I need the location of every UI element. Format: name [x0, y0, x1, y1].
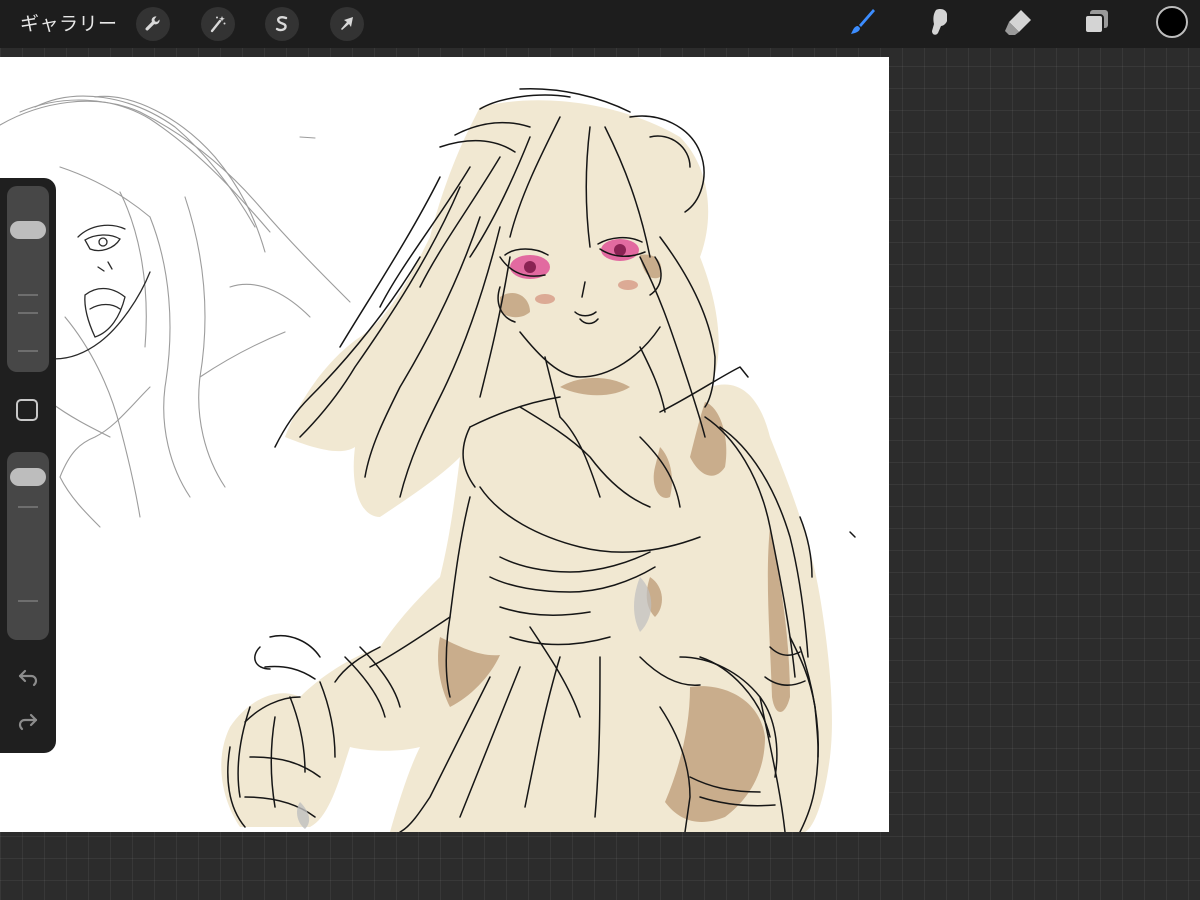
canvas-artwork [0, 87, 856, 832]
layers-button[interactable] [1078, 6, 1114, 42]
brush-size-thumb[interactable] [10, 221, 46, 239]
procreate-app: ギャラリー [0, 0, 1200, 900]
magic-wand-icon [208, 14, 228, 34]
undo-icon [16, 665, 40, 693]
layers-icon [1080, 6, 1112, 42]
selection-icon [272, 14, 292, 34]
slider-tick [18, 506, 38, 508]
redo-icon [16, 709, 40, 737]
adjustments-button[interactable] [201, 7, 235, 41]
color-picker-swatch[interactable] [1156, 6, 1188, 38]
redo-button[interactable] [14, 709, 42, 737]
top-toolbar: ギャラリー [0, 0, 1200, 48]
slider-tick [18, 312, 38, 314]
transform-arrow-icon [337, 14, 357, 34]
smudge-icon [924, 6, 956, 42]
gallery-button[interactable]: ギャラリー [20, 12, 118, 36]
actions-button[interactable] [136, 7, 170, 41]
slider-tick [18, 600, 38, 602]
transform-button[interactable] [330, 7, 364, 41]
eraser-tool-button[interactable] [1000, 6, 1036, 42]
brush-tool-button[interactable] [844, 6, 880, 42]
undo-button[interactable] [14, 665, 42, 693]
brush-icon [846, 6, 878, 42]
smudge-tool-button[interactable] [922, 6, 958, 42]
eraser-icon [1002, 6, 1034, 42]
selection-button[interactable] [265, 7, 299, 41]
pencil-sketch-eye [39, 224, 151, 360]
opacity-thumb[interactable] [10, 468, 46, 486]
drawing-canvas[interactable] [0, 57, 889, 832]
slider-tick [18, 350, 38, 352]
brush-size-slider[interactable] [7, 186, 49, 372]
opacity-slider[interactable] [7, 452, 49, 640]
wrench-icon [143, 14, 163, 34]
left-sidebar [0, 178, 56, 753]
slider-tick [18, 294, 38, 296]
modify-button[interactable] [16, 399, 38, 421]
